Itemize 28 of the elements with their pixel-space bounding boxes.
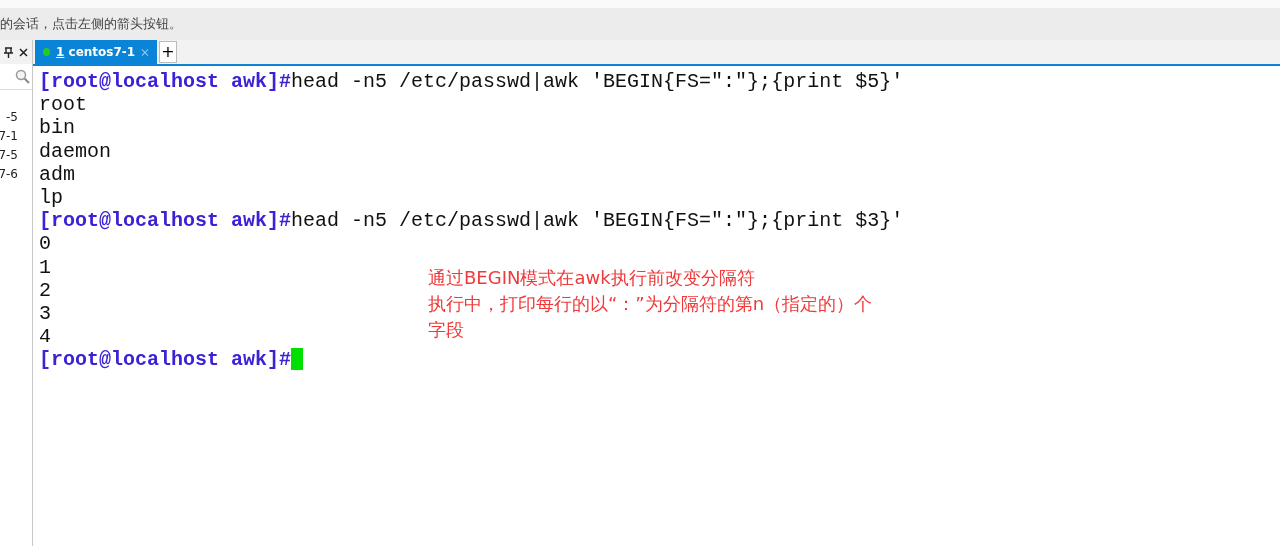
- output-line: 4: [39, 325, 51, 349]
- output-line: 3: [39, 301, 51, 326]
- search-icon[interactable]: [15, 69, 30, 84]
- session-item[interactable]: 7-5: [0, 146, 32, 165]
- shell-prompt: [root@localhost awk]#: [39, 70, 292, 94]
- annotation-text: 通过BEGIN模式在awk执行前改变分隔符: [428, 266, 756, 290]
- shell-prompt: [root@localhost awk]#: [39, 209, 292, 233]
- session-item[interactable]: -5: [6, 108, 32, 127]
- annotation-text: 字段: [428, 318, 465, 342]
- output-line: 0: [39, 232, 51, 256]
- output-line: 2: [39, 278, 51, 302]
- output-line: adm: [39, 162, 75, 186]
- output-line: bin: [39, 116, 75, 140]
- pin-icon[interactable]: [4, 46, 13, 58]
- session-tab[interactable]: 1 centos7-1: [35, 40, 157, 64]
- output-line: root: [39, 93, 87, 117]
- new-tab-button[interactable]: +: [159, 41, 177, 63]
- shell-prompt: [root@localhost awk]#: [39, 348, 292, 372]
- hint-text: 的会话，点击左侧的箭头按钮。: [0, 8, 1280, 40]
- output-line: daemon: [39, 139, 111, 163]
- output-line: lp: [39, 185, 63, 210]
- output-line: 1: [39, 255, 51, 279]
- session-item[interactable]: 7-6: [0, 165, 32, 184]
- command-text: head -n5 /etc/passwd|awk 'BEGIN{FS=":"};{print $5}': [291, 70, 904, 94]
- command-text: head -n5 /etc/passwd|awk 'BEGIN{FS=":"};{print $3}': [291, 209, 904, 233]
- close-icon[interactable]: [19, 47, 28, 57]
- annotation-text: 执行中，打印每行的以“：”为分隔符的第n（指定的）个: [428, 292, 873, 316]
- session-item[interactable]: 7-1: [0, 127, 32, 146]
